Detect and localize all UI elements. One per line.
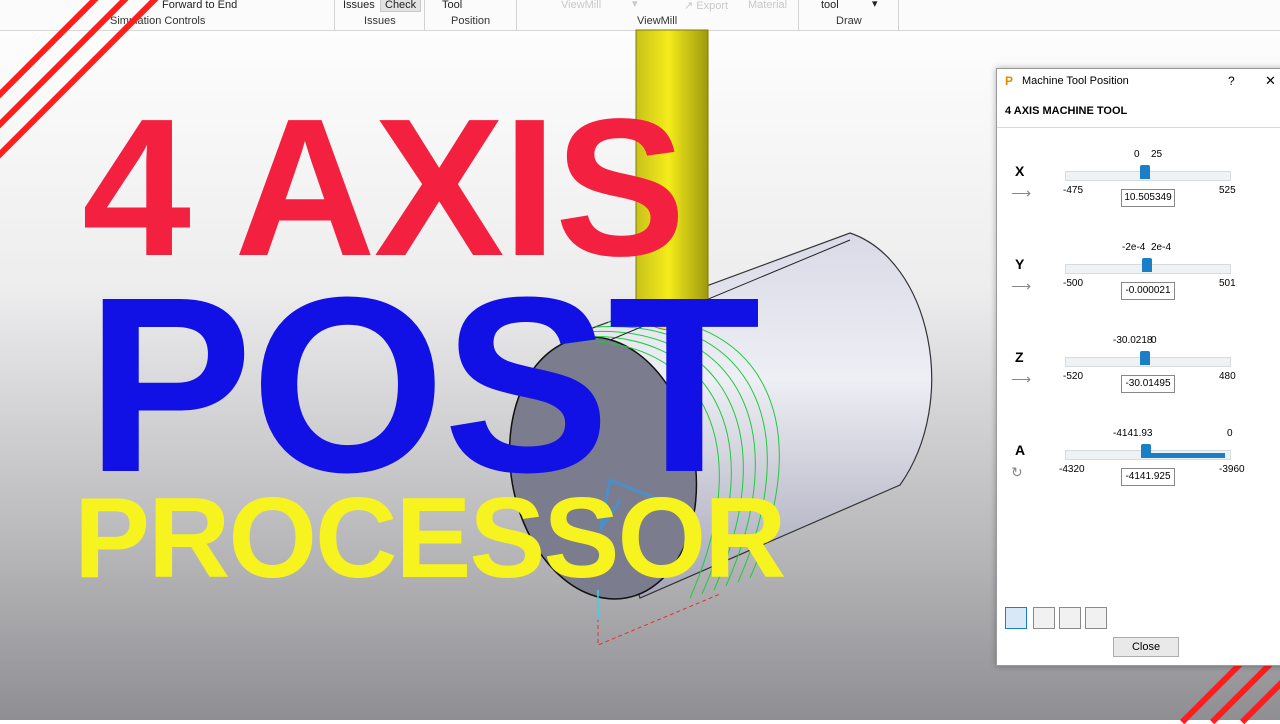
axis-max-label: 525 — [1219, 185, 1236, 196]
axis-label: Y — [1015, 256, 1025, 272]
arrow-right-icon: ⟶ — [1011, 371, 1032, 387]
axis-tick-label: 0 — [1134, 149, 1140, 160]
app-logo-icon: P — [1005, 74, 1014, 88]
axis-min-label: -520 — [1063, 371, 1084, 382]
headline-line-2: POST — [86, 245, 761, 524]
axis-tick-label: 0 — [1151, 335, 1157, 346]
axis-min-label: -475 — [1063, 185, 1084, 196]
axis-min-label: -4320 — [1059, 464, 1085, 475]
dialog-divider — [997, 127, 1280, 128]
axis-a-fill-bar — [1146, 453, 1225, 458]
arrow-right-icon: ⟶ — [1011, 278, 1032, 294]
axis-slider-thumb[interactable] — [1140, 351, 1151, 365]
arrow-right-icon: ⟶ — [1011, 185, 1032, 201]
axis-value-field[interactable]: -0.000021 — [1121, 282, 1175, 300]
tool-settings-icon[interactable] — [1085, 607, 1107, 629]
dialog-titlebar[interactable]: P Machine Tool Position ? ✕ — [997, 69, 1280, 93]
machine-tool-position-dialog[interactable]: P Machine Tool Position ? ✕ 4 AXIS MACHI… — [996, 68, 1280, 666]
close-button[interactable]: Close — [1113, 637, 1179, 657]
tool-list-icon[interactable] — [1033, 607, 1055, 629]
axis-label: X — [1015, 163, 1025, 179]
axis-max-label: 480 — [1219, 371, 1236, 382]
axis-tick-label: 25 — [1151, 149, 1163, 160]
close-icon[interactable]: ✕ — [1265, 73, 1276, 89]
axis-max-label: -3960 — [1219, 464, 1245, 475]
axis-tick-label: -30.0218 — [1113, 335, 1153, 346]
axis-slider-thumb[interactable] — [1139, 165, 1150, 179]
dialog-subtitle: 4 AXIS MACHINE TOOL — [1005, 105, 1128, 117]
headline-line-3: PROCESSOR — [74, 475, 786, 602]
axis-tick-label: 0 — [1227, 428, 1233, 439]
axis-value-field[interactable]: -30.01495 — [1121, 375, 1175, 393]
axis-value-field[interactable]: 10.505349 — [1121, 189, 1175, 207]
axis-label: A — [1015, 442, 1026, 458]
axis-max-label: 501 — [1219, 278, 1236, 289]
axis-tick-label: -2e-4 — [1122, 242, 1146, 253]
dialog-title: Machine Tool Position — [1022, 75, 1129, 87]
help-icon[interactable]: ? — [1228, 74, 1235, 88]
rotate-icon: ↻ — [1011, 464, 1023, 480]
axis-tick-label: -4141.93 — [1113, 428, 1153, 439]
axis-slider-thumb[interactable] — [1142, 258, 1152, 272]
axis-min-label: -500 — [1063, 278, 1084, 289]
axis-label: Z — [1015, 349, 1024, 365]
axis-tick-label: 2e-4 — [1151, 242, 1172, 253]
tool-limits-icon[interactable] — [1059, 607, 1081, 629]
axis-value-field[interactable]: -4141.925 — [1121, 468, 1175, 486]
axis-view-icon[interactable] — [1005, 607, 1027, 629]
